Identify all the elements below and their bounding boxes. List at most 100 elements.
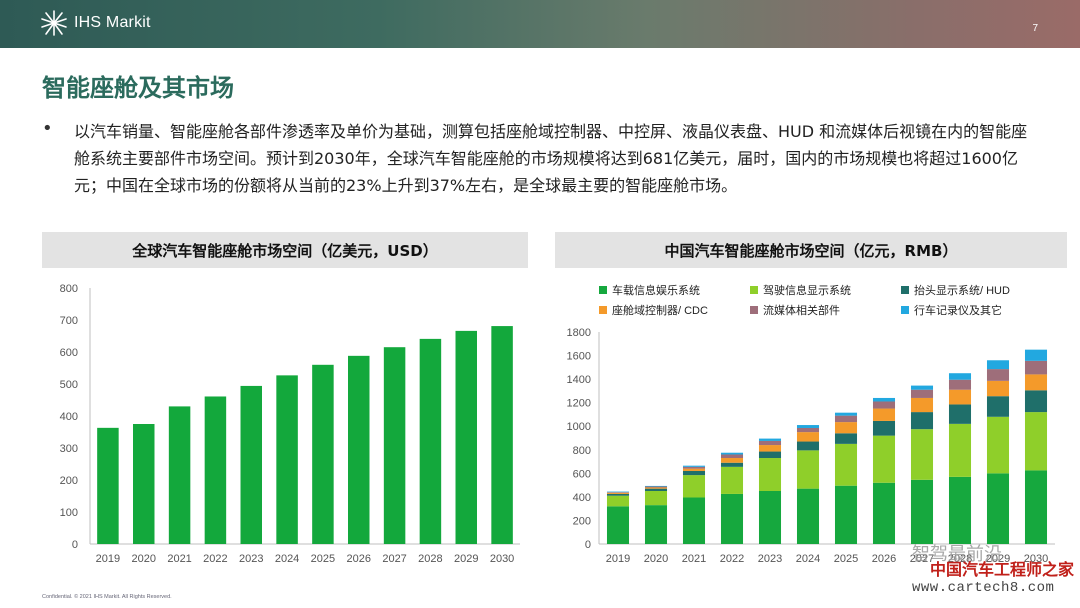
- legend-swatch: [599, 286, 607, 294]
- bar-segment: [758, 458, 782, 491]
- y-tick-label: 1800: [567, 327, 591, 339]
- bar-segment: [948, 476, 972, 544]
- y-tick-label: 100: [60, 507, 78, 519]
- bar-segment: [758, 491, 782, 544]
- bar-2029: [455, 330, 477, 544]
- bar-2019: [97, 427, 119, 544]
- page-number: 7: [1032, 23, 1038, 34]
- china-chart-title: 中国汽车智能座舱市场空间（亿元，RMB）: [555, 232, 1067, 268]
- bar-segment: [910, 385, 934, 390]
- bar-segment: [910, 389, 934, 398]
- bar-segment: [986, 396, 1010, 417]
- slide-title: 智能座舱及其市场: [42, 74, 234, 102]
- legend-label: 车载信息娱乐系统: [612, 283, 700, 297]
- bar-segment: [644, 485, 668, 487]
- bar-segment: [720, 462, 744, 467]
- bar-2022: [204, 396, 227, 544]
- bar-segment: [1024, 390, 1048, 413]
- bar-segment: [872, 397, 896, 402]
- bar-segment: [986, 360, 1010, 370]
- bar-segment: [606, 491, 630, 493]
- bar-segment: [910, 412, 934, 430]
- bar-2027: [383, 347, 406, 544]
- x-tick-label: 2023: [239, 553, 263, 565]
- bar-segment: [834, 485, 858, 544]
- bar-segment: [606, 506, 630, 544]
- bar-segment: [720, 493, 744, 544]
- x-tick-label: 2021: [682, 553, 706, 565]
- bar-2021: [168, 406, 191, 544]
- y-tick-label: 1600: [567, 351, 591, 363]
- bar-segment: [682, 475, 706, 498]
- legend-swatch: [750, 286, 758, 294]
- y-tick-label: 600: [60, 347, 78, 359]
- y-tick-label: 400: [60, 411, 78, 423]
- x-tick-label: 2022: [720, 553, 744, 565]
- bar-segment: [948, 404, 972, 424]
- starburst-logo-icon: [41, 10, 67, 36]
- bar-segment: [834, 443, 858, 486]
- bar-segment: [606, 493, 630, 496]
- bar-2025: [312, 364, 334, 544]
- logo-text: IHS Markit: [74, 14, 151, 31]
- bar-segment: [986, 380, 1010, 397]
- y-tick-label: 300: [60, 443, 78, 455]
- china-market-stacked-bar-chart: 车载信息娱乐系统 驾驶信息显示系统 抬头显示系统/ HUD 座舱域控制器/ CDC 流媒…: [567, 283, 1055, 565]
- bar-segment: [644, 486, 668, 488]
- bar-segment: [986, 369, 1010, 381]
- ihs-markit-logo: IHS Markit: [40, 9, 151, 37]
- bar-segment: [986, 473, 1010, 544]
- bar-segment: [910, 397, 934, 413]
- global-chart-title: 全球汽车智能座舱市场空间（亿美元，USD）: [42, 232, 528, 268]
- x-tick-label: 2028: [418, 553, 442, 565]
- bar-segment: [872, 435, 896, 483]
- x-tick-label: 2020: [644, 553, 668, 565]
- bar-segment: [796, 450, 820, 489]
- bar-segment: [644, 487, 668, 489]
- x-tick-label: 2025: [311, 553, 335, 565]
- x-tick-label: 2022: [203, 553, 227, 565]
- bar-segment: [872, 401, 896, 409]
- bar-segment: [758, 445, 782, 452]
- bar-2023: [240, 385, 262, 544]
- y-tick-label: 1400: [567, 374, 591, 386]
- bar-segment: [682, 465, 706, 467]
- bar-segment: [606, 492, 630, 494]
- bar-segment: [1024, 349, 1048, 361]
- y-tick-label: 1000: [567, 421, 591, 433]
- bar-segment: [796, 425, 820, 428]
- bar-segment: [796, 432, 820, 442]
- bar-segment: [720, 466, 744, 494]
- legend-label: 流媒体相关部件: [763, 303, 840, 317]
- bar-segment: [986, 416, 1010, 474]
- bar-segment: [682, 497, 706, 544]
- bar-segment: [1024, 374, 1048, 391]
- bar-segment: [720, 458, 744, 463]
- x-tick-label: 2020: [132, 553, 156, 565]
- bar-segment: [796, 427, 820, 433]
- bar-segment: [606, 495, 630, 507]
- bar-segment: [758, 451, 782, 459]
- legend-swatch: [750, 306, 758, 314]
- bar-segment: [644, 491, 668, 506]
- x-tick-label: 2029: [454, 553, 478, 565]
- y-tick-label: 400: [573, 492, 591, 504]
- bar-2024: [276, 375, 298, 544]
- x-tick-label: 2019: [606, 553, 630, 565]
- bar-segment: [682, 470, 706, 476]
- y-tick-label: 0: [585, 539, 591, 551]
- legend-label: 驾驶信息显示系统: [763, 283, 851, 297]
- x-tick-label: 2024: [796, 553, 820, 565]
- bar-segment: [1024, 470, 1048, 544]
- header-banner: IHS Markit 7: [0, 0, 1080, 48]
- bar-segment: [1024, 412, 1048, 471]
- legend-swatch: [599, 306, 607, 314]
- bar-segment: [606, 492, 630, 493]
- global-market-bar-chart: 0 100 200 300 400 500 600 700 800 2019 2020 2021 202…: [60, 283, 520, 565]
- x-tick-label: 2026: [872, 553, 896, 565]
- bar-segment: [682, 468, 706, 471]
- bar-segment: [758, 440, 782, 446]
- y-tick-label: 800: [573, 445, 591, 457]
- bar-2026: [348, 355, 370, 544]
- x-tick-label: 2024: [275, 553, 299, 565]
